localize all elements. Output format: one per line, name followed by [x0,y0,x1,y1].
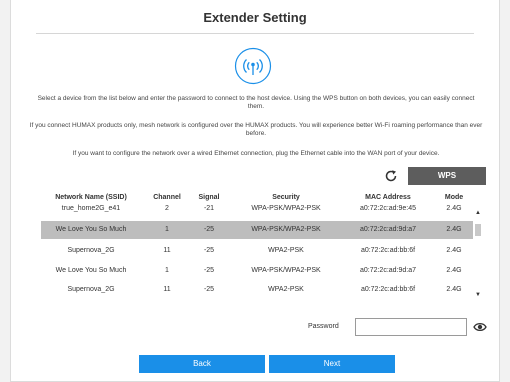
cell-mac: a0:72:2c:ad:9e:45 [359,205,417,212]
cell-security: WPA2-PSK [268,247,304,254]
cell-mac: a0:72:2c:ad:9d:a7 [359,226,417,233]
cell-mode: 2.4G [446,286,462,293]
network-table-header: Network Name (SSID) Channel Signal Secur… [41,194,483,204]
cell-signal: -21 [203,205,215,212]
column-header-ssid: Network Name (SSID) [55,194,127,201]
cell-ssid: Supernova_2G [67,247,115,254]
cell-mode: 2.4G [446,205,462,212]
cell-channel: 2 [165,205,169,212]
scroll-up-arrow-icon[interactable]: ▲ [473,210,483,216]
column-header-mode: Mode [444,194,464,201]
cell-security: WPA-PSK/WPA2-PSK [251,205,321,212]
network-row[interactable]: We Love You So Much 1 -25 WPA-PSK/WPA2-P… [41,262,473,280]
network-row[interactable]: Supernova_2G 11 -25 WPA2-PSK a0:72:2c:ad… [41,242,473,260]
page-title: Extender Setting [203,10,307,25]
column-header-security: Security [272,194,300,201]
wps-button[interactable]: WPS [408,167,486,185]
scroll-thumb[interactable] [475,224,481,236]
network-row-selected[interactable]: We Love You So Much 1 -25 WPA-PSK/WPA2-P… [41,221,473,239]
cell-ssid: true_home2G_e41 [61,205,121,212]
cell-ssid: We Love You So Much [55,226,127,233]
cell-signal: -25 [203,286,215,293]
cell-security: WPA-PSK/WPA2-PSK [251,267,321,274]
cell-mac: a0:72:2c:ad:bb:6f [360,247,416,254]
cell-mac: a0:72:2c:ad:9d:a7 [359,267,417,274]
network-row[interactable]: Supernova_2G 11 -25 WPA2-PSK a0:72:2c:ad… [41,281,473,299]
password-field[interactable] [355,318,467,336]
cell-mode: 2.4G [446,247,462,254]
network-list: true_home2G_e41 2 -21 WPA-PSK/WPA2-PSK a… [41,204,483,302]
refresh-icon[interactable] [383,168,399,184]
column-header-channel: Channel [153,194,181,201]
cell-mode: 2.4G [446,226,462,233]
back-button[interactable]: Back [139,355,265,373]
cell-channel: 1 [165,226,169,233]
cell-signal: -25 [203,226,215,233]
password-label: Password [308,323,339,330]
cell-channel: 11 [163,286,171,293]
network-list-scrollbar[interactable]: ▲ ▼ [473,204,483,302]
scroll-down-arrow-icon[interactable]: ▼ [473,292,483,298]
cell-mac: a0:72:2c:ad:bb:6f [360,286,416,293]
cell-security: WPA2-PSK [268,286,304,293]
cell-channel: 11 [163,247,171,254]
cell-channel: 1 [165,267,169,274]
column-header-mac: MAC Address [365,194,411,201]
wireless-extender-icon [234,47,272,85]
next-button[interactable]: Next [269,355,395,373]
show-password-eye-icon[interactable] [473,321,487,333]
cell-security: WPA-PSK/WPA2-PSK [251,226,321,233]
network-row[interactable]: true_home2G_e41 2 -21 WPA-PSK/WPA2-PSK a… [41,204,473,218]
info-text-wps: Select a device from the list below and … [37,95,475,111]
info-text-mesh: If you connect HUMAX products only, mesh… [29,122,483,138]
cell-ssid: We Love You So Much [55,267,127,274]
cell-ssid: Supernova_2G [67,286,115,293]
cell-signal: -25 [203,247,215,254]
cell-mode: 2.4G [446,267,462,274]
title-divider [36,33,474,34]
cell-signal: -25 [203,267,215,274]
info-text-wired: If you want to configure the network ove… [72,150,440,157]
extender-setting-panel: Extender Setting Select a device from th… [10,0,500,382]
column-header-signal: Signal [198,194,220,201]
